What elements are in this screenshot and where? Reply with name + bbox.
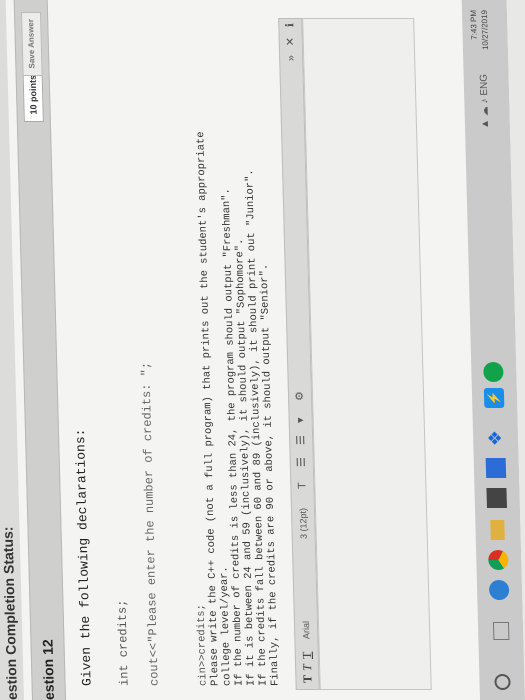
completion-status-title: estion Completion Status: — [0, 526, 21, 700]
file-explorer-icon[interactable] — [490, 520, 505, 540]
bold-button[interactable]: T — [296, 675, 318, 683]
bullet-list-button[interactable]: ☰ — [291, 457, 313, 467]
browser-page: estion Completion Status: estion 12 10 p… — [0, 0, 525, 700]
clear-format-icon[interactable]: ✕ — [280, 37, 302, 46]
clock-date: 10/27/2019 — [479, 10, 490, 51]
font-size-select[interactable]: 3 (12pt) — [292, 508, 315, 539]
underline-button[interactable]: T — [296, 652, 318, 659]
prompt-line: Please write the C++ code (not a full pr… — [195, 131, 222, 687]
question-body: Given the following declarations: int cr… — [62, 20, 282, 687]
cloud-app-icon[interactable] — [483, 362, 504, 382]
save-answer-button[interactable]: Save Answer — [20, 12, 43, 76]
system-tray-icons[interactable]: ▲ ☁ ♪ ENG — [479, 74, 491, 129]
italic-button[interactable]: T — [296, 664, 318, 671]
numbered-list-button[interactable]: ☰ — [290, 435, 312, 445]
points-badge: 10 points — [22, 68, 44, 122]
windows-taskbar: ❖ ⚡ ▲ ☁ ♪ ENG 7:43 PM 10/27/2019 — [461, 0, 525, 700]
task-view-icon[interactable] — [492, 622, 510, 640]
app-icon[interactable]: ⚡ — [483, 388, 505, 408]
question-intro: Given the following declarations: — [72, 428, 95, 686]
store-icon[interactable] — [486, 488, 507, 508]
question-label: estion 12 — [39, 639, 57, 700]
tools-icon[interactable]: ⚙ — [289, 391, 311, 401]
declaration-line-1: int credits; — [115, 599, 132, 686]
declaration-line-2: cout<<"Please enter the number of credit… — [139, 361, 162, 686]
edge-browser-icon[interactable] — [488, 580, 510, 600]
answer-text-area[interactable] — [302, 18, 432, 690]
expand-icon[interactable]: » — [280, 55, 302, 61]
info-icon[interactable]: ℹ — [279, 23, 301, 27]
text-color-button[interactable]: T — [291, 482, 313, 489]
dropbox-icon[interactable]: ❖ — [485, 428, 506, 448]
font-family-select[interactable]: Arial — [295, 621, 317, 639]
start-button-icon[interactable] — [494, 674, 511, 690]
taskbar-clock[interactable]: 7:43 PM 10/27/2019 — [468, 10, 491, 50]
chrome-browser-icon[interactable] — [488, 550, 509, 570]
format-dropdown-icon[interactable]: ▾ — [290, 417, 312, 423]
question-header: estion 12 10 points Save Answer — [13, 0, 67, 700]
mail-icon[interactable] — [485, 458, 507, 478]
